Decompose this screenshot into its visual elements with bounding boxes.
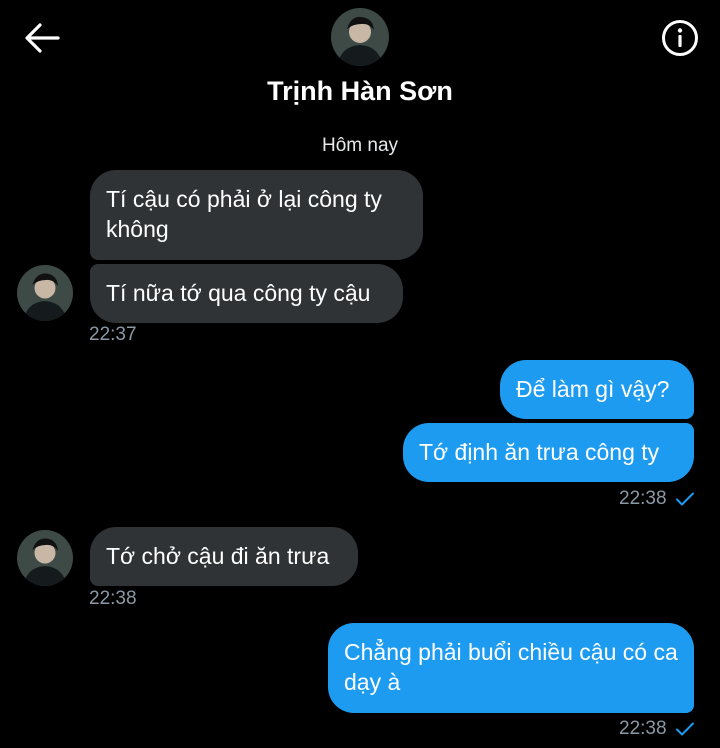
read-checkmark-icon bbox=[676, 492, 694, 506]
info-button[interactable] bbox=[660, 18, 700, 58]
message-text: Để làm gì vậy? bbox=[516, 376, 670, 402]
read-checkmark-icon bbox=[676, 722, 694, 736]
message-bubble-incoming[interactable]: Tớ chở cậu đi ăn trưa bbox=[90, 527, 358, 586]
back-button[interactable] bbox=[22, 20, 62, 56]
contact-name[interactable]: Trịnh Hàn Sơn bbox=[0, 76, 720, 107]
message-timestamp: 22:37 bbox=[89, 324, 137, 345]
info-circle-icon bbox=[662, 20, 698, 56]
chat-header: Trịnh Hàn Sơn bbox=[0, 0, 720, 120]
contact-avatar-small[interactable] bbox=[17, 265, 73, 321]
date-separator: Hôm nay bbox=[321, 135, 399, 156]
contact-avatar[interactable] bbox=[331, 8, 389, 66]
message-bubble-incoming[interactable]: Tí nữa tớ qua công ty cậu bbox=[90, 264, 403, 323]
contact-avatar-small[interactable] bbox=[17, 530, 73, 586]
message-text: Tí cậu có phải ở lại công ty không bbox=[106, 186, 382, 242]
message-text: Tớ định ăn trưa công ty bbox=[419, 439, 660, 465]
message-text: Tớ chở cậu đi ăn trưa bbox=[106, 543, 330, 569]
arrow-left-icon bbox=[25, 23, 60, 53]
avatar-image bbox=[17, 530, 73, 586]
message-bubble-outgoing[interactable]: Để làm gì vậy? bbox=[500, 360, 694, 419]
message-text: Tí nữa tớ qua công ty cậu bbox=[106, 280, 371, 306]
message-text: Chẳng phải buổi chiều cậu có ca dạy à bbox=[344, 639, 678, 695]
avatar-image bbox=[331, 8, 389, 66]
message-timestamp: 22:38 bbox=[89, 588, 137, 609]
avatar-image bbox=[17, 265, 73, 321]
message-bubble-outgoing[interactable]: Tớ định ăn trưa công ty bbox=[403, 423, 694, 482]
message-bubble-outgoing[interactable]: Chẳng phải buổi chiều cậu có ca dạy à bbox=[328, 623, 694, 713]
message-bubble-incoming[interactable]: Tí cậu có phải ở lại công ty không bbox=[90, 170, 423, 260]
message-timestamp: 22:38 bbox=[619, 488, 667, 509]
message-timestamp: 22:38 bbox=[619, 718, 667, 739]
